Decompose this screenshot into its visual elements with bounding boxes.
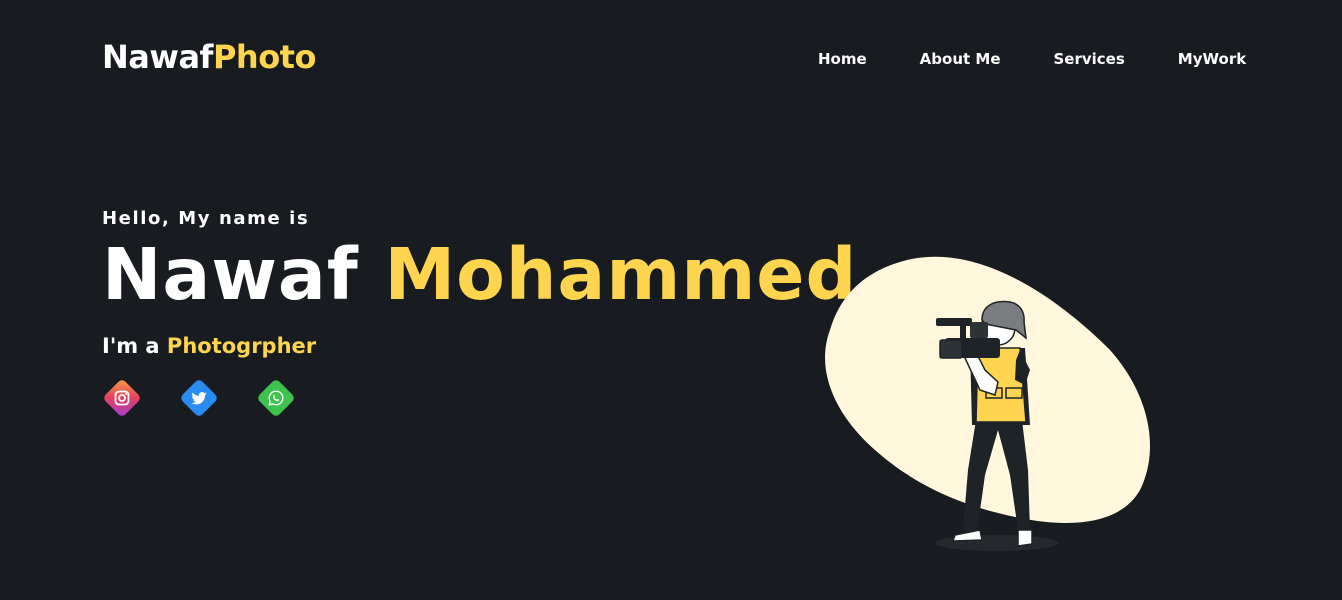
hero-greeting: Hello, My name is <box>102 208 310 229</box>
nav-home[interactable]: Home <box>818 50 867 68</box>
whatsapp-link[interactable] <box>256 378 296 418</box>
page: NawafPhoto Home About Me Services MyWork… <box>0 0 1342 600</box>
instagram-icon <box>102 378 142 418</box>
hero-last-name: Mohammed <box>384 233 858 316</box>
nav-mywork[interactable]: MyWork <box>1178 50 1246 68</box>
instagram-link[interactable] <box>102 378 142 418</box>
main-nav: Home About Me Services MyWork <box>818 50 1246 68</box>
right-shoe <box>1017 529 1033 547</box>
logo-accent: Photo <box>212 38 317 76</box>
hero-name: Nawaf Mohammed <box>102 233 858 316</box>
nav-services[interactable]: Services <box>1054 50 1125 68</box>
twitter-link[interactable] <box>179 378 219 418</box>
logo-main: Nawaf <box>102 38 213 76</box>
whatsapp-icon <box>256 378 296 418</box>
hero-role-title: Photogrpher <box>166 334 317 358</box>
twitter-icon <box>179 378 219 418</box>
hero-role-prefix: I'm a <box>102 334 160 358</box>
hero-first-name: Nawaf <box>102 233 359 316</box>
nav-about-me[interactable]: About Me <box>920 50 1001 68</box>
left-shoe <box>951 529 983 542</box>
hero-role: I'm a Photogrpher <box>102 334 316 358</box>
logo[interactable]: NawafPhoto <box>102 38 316 76</box>
social-links <box>102 378 296 418</box>
photographer-illustration <box>825 256 1150 551</box>
